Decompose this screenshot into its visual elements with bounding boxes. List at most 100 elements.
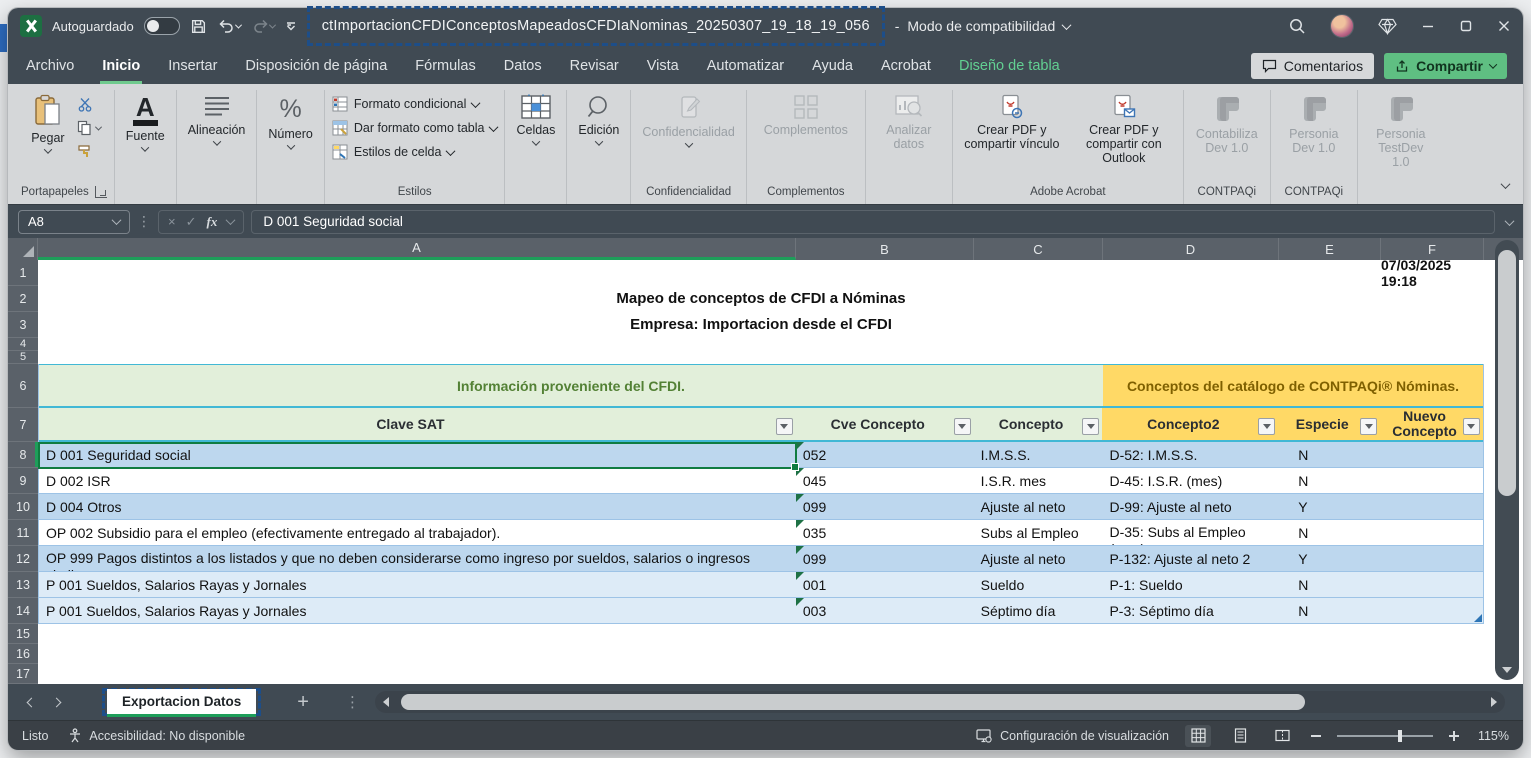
cell-d8[interactable]: D-52: I.M.S.S.: [1102, 442, 1278, 467]
contabiliza-dev-button[interactable]: Contabiliza Dev 1.0: [1191, 92, 1263, 157]
cell-f1-date[interactable]: 07/03/2025 19:18: [1381, 260, 1481, 286]
cell-f8[interactable]: [1380, 442, 1483, 467]
table-resize-handle[interactable]: [1474, 614, 1482, 622]
menu-tab-acrobat[interactable]: Acrobat: [879, 49, 933, 84]
cell-d11[interactable]: D-35: Subs al Empleo (mes): [1102, 520, 1278, 545]
cell-f11[interactable]: [1380, 520, 1483, 545]
row-header-6[interactable]: 6: [8, 364, 38, 408]
row-header-4[interactable]: 4: [8, 338, 38, 351]
cell-a13[interactable]: P 001 Sueldos, Salarios Rayas y Jornales: [39, 572, 796, 597]
font-menu-button[interactable]: A Fuente: [122, 92, 169, 154]
row-header-2[interactable]: 2: [8, 286, 38, 312]
header-cve-concepto[interactable]: Cve Concepto: [796, 408, 974, 440]
conditional-formatting-button[interactable]: Formato condicional: [332, 96, 498, 112]
cell-b10[interactable]: 099: [796, 494, 974, 519]
report-subtitle[interactable]: Empresa: Importacion desde el CFDI: [38, 312, 1484, 338]
filter-icon[interactable]: [1360, 418, 1377, 435]
redo-button[interactable]: [251, 18, 275, 34]
cell-b12[interactable]: 099: [796, 546, 974, 571]
format-as-table-button[interactable]: Dar formato como tabla: [332, 120, 498, 136]
row-header-16[interactable]: 16: [8, 644, 38, 664]
vertical-scrollbar[interactable]: [1495, 240, 1519, 680]
cell-e13[interactable]: N: [1278, 572, 1380, 597]
name-box[interactable]: A8: [18, 210, 130, 234]
row-header-10[interactable]: 10: [8, 494, 38, 520]
vertical-scrollbar-thumb[interactable]: [1498, 250, 1516, 496]
cell-e11[interactable]: N: [1278, 520, 1380, 545]
menu-tab-formulas[interactable]: Fórmulas: [413, 49, 477, 84]
column-header-b[interactable]: B: [796, 238, 974, 260]
row-header-8[interactable]: 8: [8, 442, 38, 468]
row-header-3[interactable]: 3: [8, 312, 38, 338]
analyze-data-button[interactable]: Analizar datos: [873, 92, 945, 153]
cell-b9[interactable]: 045: [796, 468, 974, 493]
cell-a12[interactable]: OP 999 Pagos distintos a los listados y …: [39, 546, 796, 571]
quick-access-more-icon[interactable]: [285, 20, 297, 32]
undo-button[interactable]: [217, 18, 241, 34]
menu-tab-datos[interactable]: Datos: [502, 49, 544, 84]
minimize-button[interactable]: [1421, 19, 1435, 33]
cell-c9[interactable]: I.S.R. mes: [974, 468, 1103, 493]
menu-tab-insertar[interactable]: Insertar: [166, 49, 219, 84]
header-clave-sat[interactable]: Clave SAT: [39, 408, 796, 440]
report-title[interactable]: Mapeo de conceptos de CFDI a Nóminas: [38, 286, 1484, 312]
filter-icon[interactable]: [1258, 418, 1275, 435]
filter-icon[interactable]: [954, 418, 971, 435]
row-header-9[interactable]: 9: [8, 468, 38, 494]
column-header-f[interactable]: F: [1381, 238, 1484, 260]
row-header-5[interactable]: 5: [8, 351, 38, 364]
cell-e12[interactable]: Y: [1278, 546, 1380, 571]
cell-c11[interactable]: Subs al Empleo: [974, 520, 1103, 545]
cell-d12[interactable]: P-132: Ajuste al neto 2: [1102, 546, 1278, 571]
filter-icon[interactable]: [1082, 418, 1099, 435]
formula-input[interactable]: D 001 Seguridad social: [251, 210, 1495, 234]
row-header-7[interactable]: 7: [8, 408, 38, 442]
header-nuevo-concepto[interactable]: Nuevo Concepto: [1380, 408, 1483, 440]
horizontal-scrollbar-thumb[interactable]: [401, 694, 1305, 710]
menu-tab-archivo[interactable]: Archivo: [24, 49, 76, 84]
header-concepto[interactable]: Concepto: [974, 408, 1103, 440]
menu-tab-ayuda[interactable]: Ayuda: [810, 49, 855, 84]
menu-tab-vista[interactable]: Vista: [645, 49, 681, 84]
header-especie[interactable]: Especie: [1278, 408, 1380, 440]
zoom-out-button[interactable]: [1311, 735, 1321, 737]
column-header-d[interactable]: D: [1103, 238, 1279, 260]
cut-button[interactable]: [77, 97, 93, 112]
sheet-tab-exportacion-datos[interactable]: Exportacion Datos: [107, 689, 256, 717]
column-header-c[interactable]: C: [974, 238, 1103, 260]
cell-e9[interactable]: N: [1278, 468, 1380, 493]
save-button[interactable]: [190, 18, 207, 35]
cell-styles-button[interactable]: Estilos de celda: [332, 144, 498, 160]
band-cfdi-info[interactable]: Información proveniente del CFDI.: [39, 365, 1103, 406]
number-menu-button[interactable]: % Número: [264, 92, 316, 152]
cell-f12[interactable]: [1380, 546, 1483, 571]
autosave-toggle[interactable]: [144, 17, 180, 35]
cell-f13[interactable]: [1380, 572, 1483, 597]
sensitivity-button[interactable]: Confidencialidad: [638, 92, 738, 150]
zoom-in-button[interactable]: [1449, 731, 1459, 741]
zoom-slider[interactable]: [1337, 735, 1433, 737]
cell-c13[interactable]: Sueldo: [974, 572, 1103, 597]
menu-tab-diseno-de-tabla[interactable]: Diseño de tabla: [957, 49, 1062, 84]
scroll-right-icon[interactable]: [1491, 697, 1497, 707]
format-painter-button[interactable]: [77, 144, 93, 159]
compatibility-mode-label[interactable]: Modo de compatibilidad: [907, 18, 1055, 34]
page-break-preview-button[interactable]: [1269, 725, 1295, 747]
account-avatar[interactable]: [1330, 14, 1354, 38]
grid-canvas[interactable]: 07/03/2025 19:18 Mapeo de conceptos de C…: [38, 260, 1523, 684]
band-contpaqi-catalog[interactable]: Conceptos del catálogo de CONTPAQi® Nómi…: [1103, 365, 1483, 406]
create-pdf-outlook-button[interactable]: Crear PDF y compartir con Outlook: [1072, 92, 1176, 167]
menu-tab-revisar[interactable]: Revisar: [568, 49, 621, 84]
next-sheet-button[interactable]: [52, 697, 62, 707]
row-header-1[interactable]: 1: [8, 260, 38, 286]
column-header-e[interactable]: E: [1279, 238, 1381, 260]
cell-b11[interactable]: 035: [796, 520, 974, 545]
horizontal-scrollbar[interactable]: [375, 691, 1505, 713]
cell-d14[interactable]: P-3: Séptimo día: [1102, 598, 1278, 623]
cell-d9[interactable]: D-45: I.S.R. (mes): [1102, 468, 1278, 493]
menu-tab-inicio[interactable]: Inicio: [100, 49, 142, 84]
cell-a10[interactable]: D 004 Otros: [39, 494, 796, 519]
collapse-ribbon-button[interactable]: [1502, 176, 1509, 194]
excel-logo-icon[interactable]: [20, 15, 42, 37]
cell-c12[interactable]: Ajuste al neto: [974, 546, 1103, 571]
